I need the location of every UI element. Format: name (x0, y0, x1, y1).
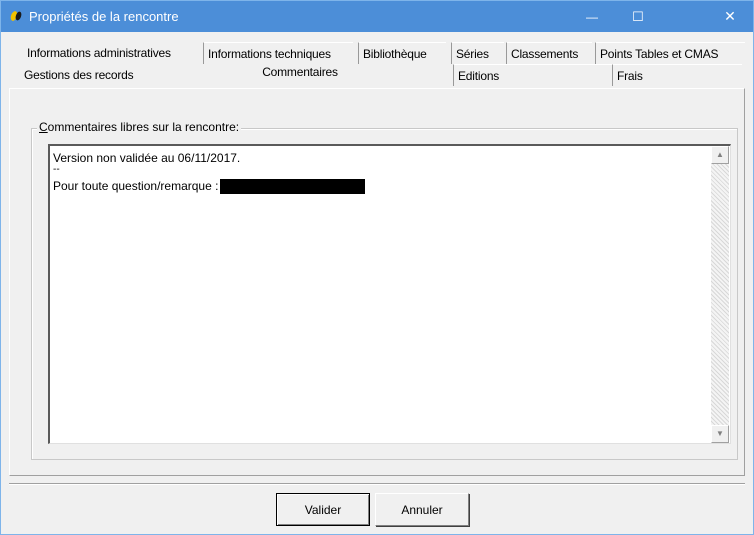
title-bar[interactable]: Propriétés de la rencontre — ☐ ✕ (1, 1, 753, 32)
close-button[interactable]: ✕ (707, 1, 753, 32)
minimize-icon: — (586, 9, 598, 24)
annuler-button[interactable]: Annuler (375, 493, 469, 526)
close-icon: ✕ (724, 8, 736, 24)
comment-line-with-redaction: Pour toute question/remarque : (53, 179, 366, 195)
valider-button[interactable]: Valider (276, 493, 370, 526)
footer-separator (9, 483, 745, 485)
comment-line: Version non validée au 06/11/2017. (53, 151, 241, 165)
comments-group-label: Commentaires libres sur la rencontre: (37, 120, 242, 134)
tab-bibliotheque[interactable]: Bibliothèque (358, 42, 446, 64)
tab-gestions-des-records[interactable]: Gestions des records (20, 64, 220, 86)
access-key: C (39, 120, 48, 134)
arrow-down-icon: ▼ (716, 429, 724, 438)
maximize-button[interactable]: ☐ (615, 1, 661, 32)
tab-editions[interactable]: Editions (453, 64, 613, 86)
scroll-up-button[interactable]: ▲ (711, 146, 729, 164)
tab-classements[interactable]: Classements (506, 42, 592, 64)
tab-series[interactable]: Séries (451, 42, 504, 64)
maximize-icon: ☐ (632, 8, 644, 24)
scroll-down-button[interactable]: ▼ (711, 425, 729, 443)
comment-line: -- (53, 164, 60, 175)
comments-textarea[interactable]: Version non validée au 06/11/2017. -- Po… (48, 144, 731, 444)
group-label-text: ommentaires libres sur la rencontre: (47, 120, 240, 134)
minimize-button[interactable]: — (569, 1, 615, 32)
window-title: Propriétés de la rencontre (29, 9, 179, 24)
arrow-up-icon: ▲ (716, 150, 724, 159)
properties-dialog: Propriétés de la rencontre — ☐ ✕ Informa… (0, 0, 754, 535)
vertical-scrollbar[interactable]: ▲ ▼ (711, 146, 729, 443)
tab-points-tables-cmas[interactable]: Points Tables et CMAS (595, 42, 745, 64)
valider-label: Valider (304, 502, 342, 517)
tab-commentaires[interactable]: Commentaires (234, 61, 366, 83)
tab-frais[interactable]: Frais (612, 64, 742, 86)
app-icon (10, 11, 22, 21)
tab-informations-administratives[interactable]: Informations administratives (23, 42, 203, 64)
annuler-label: Annuler (401, 502, 443, 517)
redacted-block (220, 179, 366, 195)
comment-line-text: Pour toute question/remarque : (53, 179, 219, 193)
